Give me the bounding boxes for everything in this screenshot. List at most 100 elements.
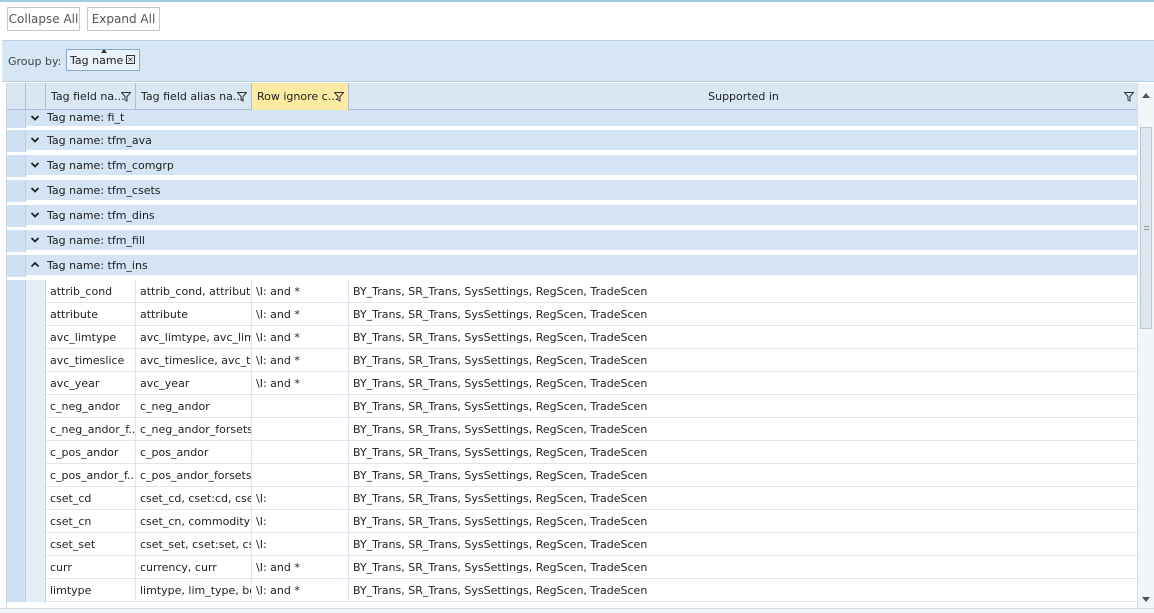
scroll-down-arrow-icon[interactable] xyxy=(1142,597,1150,602)
cell-tag-field-name[interactable]: c_pos_andor_f... xyxy=(46,464,136,487)
table-row[interactable]: cset_cn cset_cn, commodity,... \I: BY_Tr… xyxy=(7,510,1138,533)
cell-tag-field-name[interactable]: c_neg_andor_f... xyxy=(46,418,136,441)
chevron-down-icon[interactable] xyxy=(29,184,41,196)
remove-group-icon[interactable]: × xyxy=(126,55,135,64)
table-row[interactable]: c_pos_andor c_pos_andor BY_Trans, SR_Tra… xyxy=(7,441,1138,464)
group-chip-tag-name[interactable]: Tag name × xyxy=(66,49,140,71)
filter-icon[interactable] xyxy=(121,92,131,102)
chevron-down-icon[interactable] xyxy=(29,134,41,146)
cell-tag-field-alias[interactable]: avc_year xyxy=(136,372,252,395)
cell-tag-field-alias[interactable]: cset_set, cset:set, cs... xyxy=(136,533,252,556)
column-header-tag-field-name[interactable]: Tag field na... xyxy=(46,83,136,110)
cell-row-ignore[interactable] xyxy=(252,441,349,464)
filter-icon[interactable] xyxy=(1124,92,1134,102)
group-row-expanded[interactable]: Tag name: tfm_ins xyxy=(7,255,1138,277)
cell-supported-in[interactable]: BY_Trans, SR_Trans, SysSettings, RegScen… xyxy=(349,418,1138,441)
cell-row-ignore[interactable] xyxy=(252,395,349,418)
vertical-scrollbar[interactable] xyxy=(1137,83,1154,608)
cell-supported-in[interactable]: BY_Trans, SR_Trans, SysSettings, RegScen… xyxy=(349,349,1138,372)
column-header-row-ignore[interactable]: Row ignore c... xyxy=(252,83,349,110)
table-row[interactable]: cset_cd cset_cd, cset:cd, cset... \I: BY… xyxy=(7,487,1138,510)
expand-all-button[interactable]: Expand All xyxy=(87,7,160,31)
chevron-down-icon[interactable] xyxy=(29,209,41,221)
group-row[interactable]: Tag name: fi_t xyxy=(7,110,1138,128)
cell-tag-field-name[interactable]: cset_set xyxy=(46,533,136,556)
table-row[interactable]: avc_year avc_year \I: and * BY_Trans, SR… xyxy=(7,372,1138,395)
table-row[interactable]: avc_limtype avc_limtype, avc_lim... \I: … xyxy=(7,326,1138,349)
cell-row-ignore[interactable]: \I: and * xyxy=(252,326,349,349)
cell-row-ignore[interactable]: \I: and * xyxy=(252,303,349,326)
cell-row-ignore[interactable]: \I: and * xyxy=(252,579,349,602)
cell-tag-field-name[interactable]: cset_cd xyxy=(46,487,136,510)
table-row[interactable]: limtype limtype, lim_type, bd \I: and * … xyxy=(7,579,1138,602)
table-row[interactable]: cset_set cset_set, cset:set, cs... \I: B… xyxy=(7,533,1138,556)
cell-tag-field-alias[interactable]: c_pos_andor_forsets xyxy=(136,464,252,487)
cell-row-ignore[interactable]: \I: and * xyxy=(252,372,349,395)
cell-supported-in[interactable]: BY_Trans, SR_Trans, SysSettings, RegScen… xyxy=(349,487,1138,510)
cell-row-ignore[interactable] xyxy=(252,464,349,487)
column-header-supported-in[interactable]: Supported in xyxy=(349,83,1138,110)
cell-tag-field-name[interactable]: avc_limtype xyxy=(46,326,136,349)
group-row[interactable]: Tag name: tfm_dins xyxy=(7,205,1138,227)
chevron-down-icon[interactable] xyxy=(29,112,41,124)
cell-tag-field-name[interactable]: curr xyxy=(46,556,136,579)
cell-supported-in[interactable]: BY_Trans, SR_Trans, SysSettings, RegScen… xyxy=(349,372,1138,395)
cell-tag-field-name[interactable]: avc_year xyxy=(46,372,136,395)
cell-supported-in[interactable]: BY_Trans, SR_Trans, SysSettings, RegScen… xyxy=(349,441,1138,464)
cell-tag-field-alias[interactable]: cset_cn, commodity,... xyxy=(136,510,252,533)
cell-row-ignore[interactable]: \I: xyxy=(252,533,349,556)
cell-tag-field-alias[interactable]: currency, curr xyxy=(136,556,252,579)
cell-supported-in[interactable]: BY_Trans, SR_Trans, SysSettings, RegScen… xyxy=(349,533,1138,556)
group-row[interactable]: Tag name: tfm_csets xyxy=(7,180,1138,202)
cell-supported-in[interactable]: BY_Trans, SR_Trans, SysSettings, RegScen… xyxy=(349,510,1138,533)
collapse-all-button[interactable]: Collapse All xyxy=(7,7,80,31)
cell-tag-field-alias[interactable]: avc_limtype, avc_lim... xyxy=(136,326,252,349)
cell-tag-field-name[interactable]: limtype xyxy=(46,579,136,602)
cell-row-ignore[interactable]: \I: xyxy=(252,510,349,533)
chevron-down-icon[interactable] xyxy=(29,234,41,246)
cell-tag-field-name[interactable]: avc_timeslice xyxy=(46,349,136,372)
scroll-up-arrow-icon[interactable] xyxy=(1142,93,1150,98)
cell-tag-field-name[interactable]: c_pos_andor xyxy=(46,441,136,464)
column-header-tag-field-alias[interactable]: Tag field alias na... xyxy=(136,83,252,110)
cell-supported-in[interactable]: BY_Trans, SR_Trans, SysSettings, RegScen… xyxy=(349,303,1138,326)
cell-row-ignore[interactable]: \I: and * xyxy=(252,280,349,303)
cell-row-ignore[interactable]: \I: and * xyxy=(252,556,349,579)
cell-tag-field-alias[interactable]: c_neg_andor xyxy=(136,395,252,418)
cell-row-ignore[interactable] xyxy=(252,418,349,441)
table-row[interactable]: c_neg_andor_f... c_neg_andor_forsets BY_… xyxy=(7,418,1138,441)
cell-supported-in[interactable]: BY_Trans, SR_Trans, SysSettings, RegScen… xyxy=(349,395,1138,418)
cell-tag-field-name[interactable]: c_neg_andor xyxy=(46,395,136,418)
chevron-down-icon[interactable] xyxy=(29,159,41,171)
cell-tag-field-name[interactable]: attribute xyxy=(46,303,136,326)
cell-row-ignore[interactable]: \I: and * xyxy=(252,349,349,372)
cell-tag-field-alias[interactable]: avc_timeslice, avc_ti... xyxy=(136,349,252,372)
scrollbar-thumb[interactable] xyxy=(1140,127,1152,329)
group-row[interactable]: Tag name: tfm_fill xyxy=(7,230,1138,252)
cell-supported-in[interactable]: BY_Trans, SR_Trans, SysSettings, RegScen… xyxy=(349,579,1138,602)
cell-tag-field-alias[interactable]: limtype, lim_type, bd xyxy=(136,579,252,602)
group-row[interactable]: Tag name: tfm_comgrp xyxy=(7,155,1138,177)
cell-row-ignore[interactable]: \I: xyxy=(252,487,349,510)
cell-supported-in[interactable]: BY_Trans, SR_Trans, SysSettings, RegScen… xyxy=(349,280,1138,303)
cell-tag-field-alias[interactable]: c_neg_andor_forsets xyxy=(136,418,252,441)
cell-tag-field-alias[interactable]: attribute xyxy=(136,303,252,326)
cell-tag-field-alias[interactable]: attrib_cond, attribut... xyxy=(136,280,252,303)
filter-icon[interactable] xyxy=(334,92,344,102)
filter-icon[interactable] xyxy=(237,92,247,102)
cell-tag-field-alias[interactable]: cset_cd, cset:cd, cset... xyxy=(136,487,252,510)
table-row[interactable]: curr currency, curr \I: and * BY_Trans, … xyxy=(7,556,1138,579)
cell-tag-field-name[interactable]: cset_cn xyxy=(46,510,136,533)
cell-supported-in[interactable]: BY_Trans, SR_Trans, SysSettings, RegScen… xyxy=(349,556,1138,579)
chevron-up-icon[interactable] xyxy=(29,259,41,271)
table-row[interactable]: c_neg_andor c_neg_andor BY_Trans, SR_Tra… xyxy=(7,395,1138,418)
cell-tag-field-alias[interactable]: c_pos_andor xyxy=(136,441,252,464)
cell-supported-in[interactable]: BY_Trans, SR_Trans, SysSettings, RegScen… xyxy=(349,464,1138,487)
cell-supported-in[interactable]: BY_Trans, SR_Trans, SysSettings, RegScen… xyxy=(349,326,1138,349)
cell-tag-field-name[interactable]: attrib_cond xyxy=(46,280,136,303)
table-row[interactable]: attrib_cond attrib_cond, attribut... \I:… xyxy=(7,280,1138,303)
table-row[interactable]: attribute attribute \I: and * BY_Trans, … xyxy=(7,303,1138,326)
table-row[interactable]: c_pos_andor_f... c_pos_andor_forsets BY_… xyxy=(7,464,1138,487)
table-row[interactable]: avc_timeslice avc_timeslice, avc_ti... \… xyxy=(7,349,1138,372)
group-row[interactable]: Tag name: tfm_ava xyxy=(7,130,1138,152)
